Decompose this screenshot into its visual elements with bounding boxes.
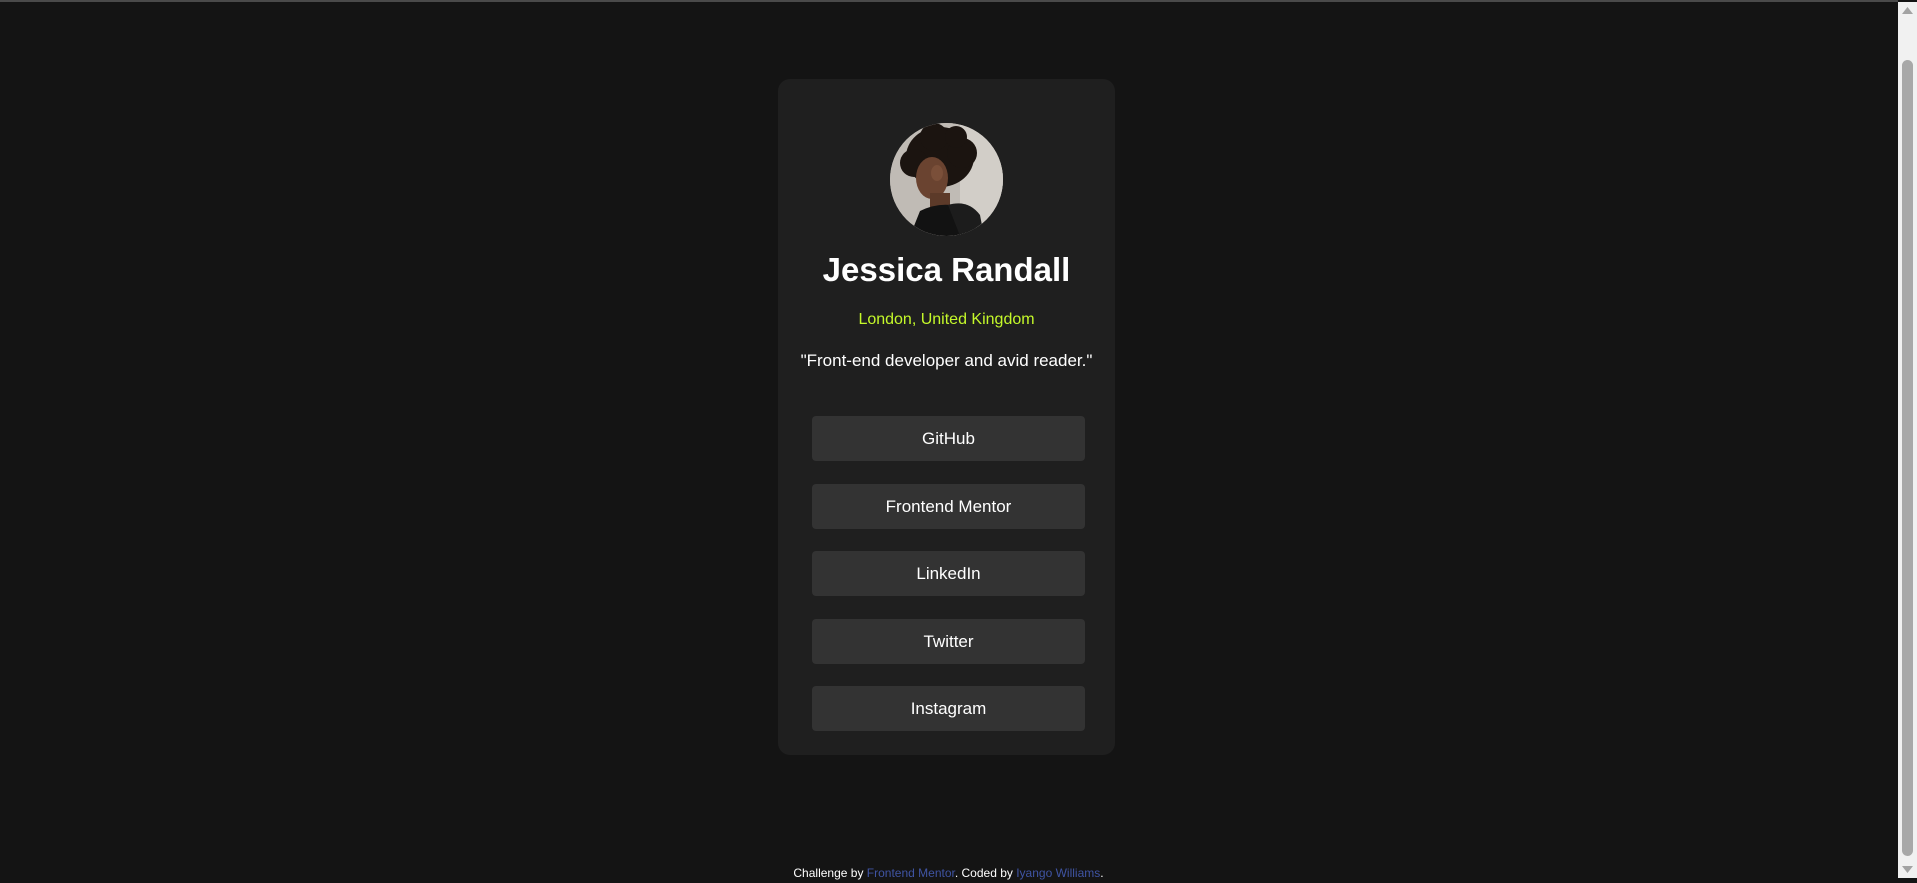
scrollbar-thumb[interactable] bbox=[1902, 60, 1913, 856]
linkedin-link-button[interactable]: LinkedIn bbox=[812, 551, 1085, 596]
profile-card: Jessica Randall London, United Kingdom "… bbox=[778, 79, 1115, 755]
frontend-mentor-link-button[interactable]: Frontend Mentor bbox=[812, 483, 1085, 529]
profile-location: London, United Kingdom bbox=[858, 311, 1035, 328]
twitter-link-button[interactable]: Twitter bbox=[812, 618, 1085, 664]
profile-name: Jessica Randall bbox=[822, 251, 1071, 288]
scroll-up-icon[interactable] bbox=[1898, 2, 1917, 19]
avatar bbox=[890, 123, 1003, 236]
github-link-button[interactable]: GitHub bbox=[812, 416, 1085, 461]
avatar-photo bbox=[890, 123, 1003, 236]
profile-bio: "Front-end developer and avid reader." bbox=[800, 351, 1093, 370]
vertical-scrollbar[interactable] bbox=[1898, 2, 1917, 878]
scroll-down-icon[interactable] bbox=[1898, 861, 1917, 878]
instagram-link-button[interactable]: Instagram bbox=[812, 686, 1085, 731]
social-links: GitHub Frontend Mentor LinkedIn Twitter … bbox=[812, 416, 1085, 754]
page-viewport: Jessica Randall London, United Kingdom "… bbox=[0, 2, 1897, 880]
